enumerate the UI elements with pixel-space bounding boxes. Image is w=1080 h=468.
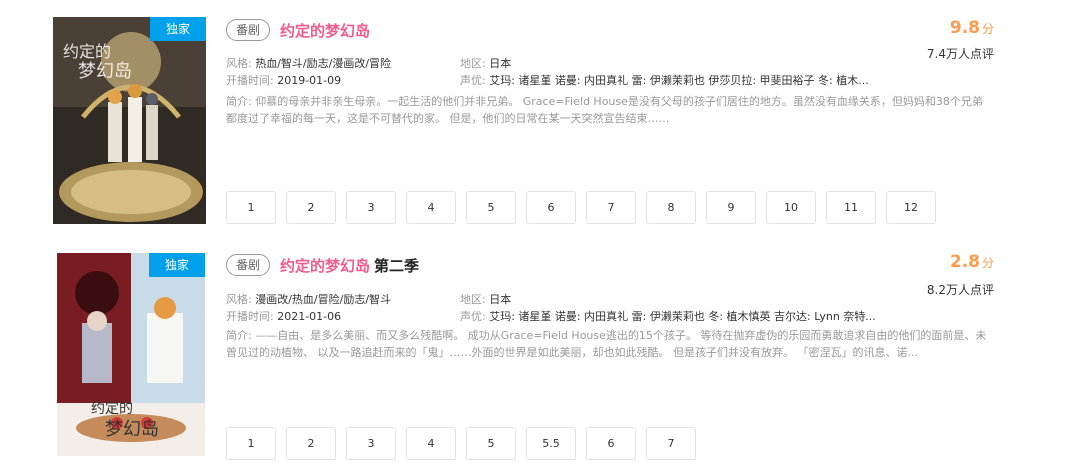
- anime-title[interactable]: 约定的梦幻岛: [280, 255, 370, 276]
- review-count: 8.2万人点评: [926, 283, 994, 297]
- intro-text: ——自由、是多么美丽、而又多么残酷啊。 成功从Grace=Field House…: [226, 329, 987, 359]
- svg-text:梦幻岛: 梦幻岛: [78, 61, 132, 81]
- region: 地区: 日本: [460, 56, 511, 72]
- date-label: 开播时间:: [226, 74, 274, 87]
- anime-card: 约定的 梦幻岛 独家 番剧 约定的梦幻岛 9.8 分 7.4万人点评 风格: 热血…: [0, 0, 1080, 234]
- episode-button[interactable]: 7: [586, 191, 636, 224]
- type-tag: 番剧: [226, 19, 271, 41]
- style-label: 风格:: [226, 57, 252, 70]
- region-value: 日本: [489, 57, 512, 70]
- meta-row-date: 开播时间: 2021-01-06 声优: 艾玛: 诸星堇 诺曼: 内田真礼 雷:…: [226, 309, 876, 325]
- meta-row-date: 开播时间: 2019-01-09 声优: 艾玛: 诸星堇 诺曼: 内田真礼 雷:…: [226, 73, 869, 89]
- svg-text:约定的: 约定的: [91, 401, 133, 417]
- region-value: 日本: [489, 293, 512, 306]
- style-value: 漫画改/热血/冒险/励志/智斗: [255, 293, 392, 306]
- svg-text:约定的: 约定的: [63, 43, 111, 61]
- poster-artwork: 约定的 梦幻岛: [53, 17, 206, 224]
- episode-button[interactable]: 6: [586, 427, 636, 460]
- score: 2.8 分: [950, 252, 994, 272]
- date-label: 开播时间:: [226, 310, 274, 323]
- episode-button[interactable]: 3: [346, 427, 396, 460]
- intro: 简介: ——自由、是多么美丽、而又多么残酷啊。 成功从Grace=Field H…: [226, 327, 990, 361]
- poster-image[interactable]: 约定的 梦幻岛 独家: [57, 253, 205, 456]
- episode-button[interactable]: 2: [286, 427, 336, 460]
- date-value: 2019-01-09: [277, 74, 342, 87]
- episode-button[interactable]: 7: [646, 427, 696, 460]
- episode-button[interactable]: 8: [646, 191, 696, 224]
- anime-card: 约定的 梦幻岛 独家 番剧 约定的梦幻岛 第二季 2.8 分 8.2万人点评 风格…: [0, 234, 1080, 468]
- poster-image[interactable]: 约定的 梦幻岛 独家: [53, 17, 206, 224]
- type-tag: 番剧: [226, 254, 271, 276]
- review-count: 7.4万人点评: [926, 47, 994, 61]
- region-label: 地区:: [460, 293, 486, 306]
- episode-button[interactable]: 4: [406, 191, 456, 224]
- score-unit: 分: [981, 256, 994, 270]
- episode-button[interactable]: 1: [226, 427, 276, 460]
- title-row: 番剧 约定的梦幻岛: [226, 18, 370, 42]
- episode-button[interactable]: 1: [226, 191, 276, 224]
- episode-button[interactable]: 5.5: [526, 427, 576, 460]
- score-unit: 分: [981, 22, 994, 36]
- intro-label: 简介:: [226, 329, 252, 342]
- score: 9.8 分: [950, 18, 994, 38]
- episode-button[interactable]: 4: [406, 427, 456, 460]
- episode-button[interactable]: 11: [826, 191, 876, 224]
- meta-row-style: 风格: 热血/智斗/励志/漫画改/冒险 地区: 日本: [226, 56, 511, 72]
- episode-button[interactable]: 12: [886, 191, 936, 224]
- anime-title[interactable]: 约定的梦幻岛: [280, 20, 370, 41]
- cast-value: 艾玛: 诸星堇 诺曼: 内田真礼 雷: 伊濑茉莉也 冬: 植木慎英 吉尔达: L…: [489, 310, 876, 323]
- svg-text:梦幻岛: 梦幻岛: [105, 419, 159, 439]
- score-value: 9.8: [949, 18, 980, 38]
- exclusive-badge: 独家: [149, 253, 205, 277]
- episode-button[interactable]: 10: [766, 191, 816, 224]
- meta-row-style: 风格: 漫画改/热血/冒险/励志/智斗 地区: 日本: [226, 292, 511, 308]
- region-label: 地区:: [460, 57, 486, 70]
- episode-button[interactable]: 3: [346, 191, 396, 224]
- intro: 简介: 仰慕的母亲并非亲生母亲。一起生活的他们并非兄弟。 Grace=Field…: [226, 93, 990, 127]
- cast: 声优: 艾玛: 诸星堇 诺曼: 内田真礼 雷: 伊濑茉莉也 伊莎贝拉: 甲斐田裕…: [460, 73, 869, 89]
- episode-list: 1 2 3 4 5 5.5 6 7: [226, 427, 696, 460]
- style-label: 风格:: [226, 293, 252, 306]
- season-label: 第二季: [374, 256, 420, 275]
- episode-button[interactable]: 6: [526, 191, 576, 224]
- title-row: 番剧 约定的梦幻岛 第二季: [226, 253, 419, 277]
- episode-button[interactable]: 5: [466, 191, 516, 224]
- cast-label: 声优:: [460, 74, 486, 87]
- score-value: 2.8: [949, 252, 980, 272]
- date-value: 2021-01-06: [277, 310, 342, 323]
- cast: 声优: 艾玛: 诸星堇 诺曼: 内田真礼 雷: 伊濑茉莉也 冬: 植木慎英 吉尔…: [460, 309, 876, 325]
- cast-value: 艾玛: 诸星堇 诺曼: 内田真礼 雷: 伊濑茉莉也 伊莎贝拉: 甲斐田裕子 冬:…: [489, 74, 869, 87]
- region: 地区: 日本: [460, 292, 511, 308]
- episode-button[interactable]: 2: [286, 191, 336, 224]
- episode-button[interactable]: 9: [706, 191, 756, 224]
- intro-label: 简介:: [226, 95, 252, 108]
- episode-button[interactable]: 5: [466, 427, 516, 460]
- exclusive-badge: 独家: [150, 17, 206, 41]
- cast-label: 声优:: [460, 310, 486, 323]
- style-value: 热血/智斗/励志/漫画改/冒险: [255, 57, 392, 70]
- intro-text: 仰慕的母亲并非亲生母亲。一起生活的他们并非兄弟。 Grace=Field Hou…: [226, 95, 983, 125]
- episode-list: 1 2 3 4 5 6 7 8 9 10 11 12: [226, 191, 936, 224]
- poster-artwork: 约定的 梦幻岛: [57, 253, 205, 456]
